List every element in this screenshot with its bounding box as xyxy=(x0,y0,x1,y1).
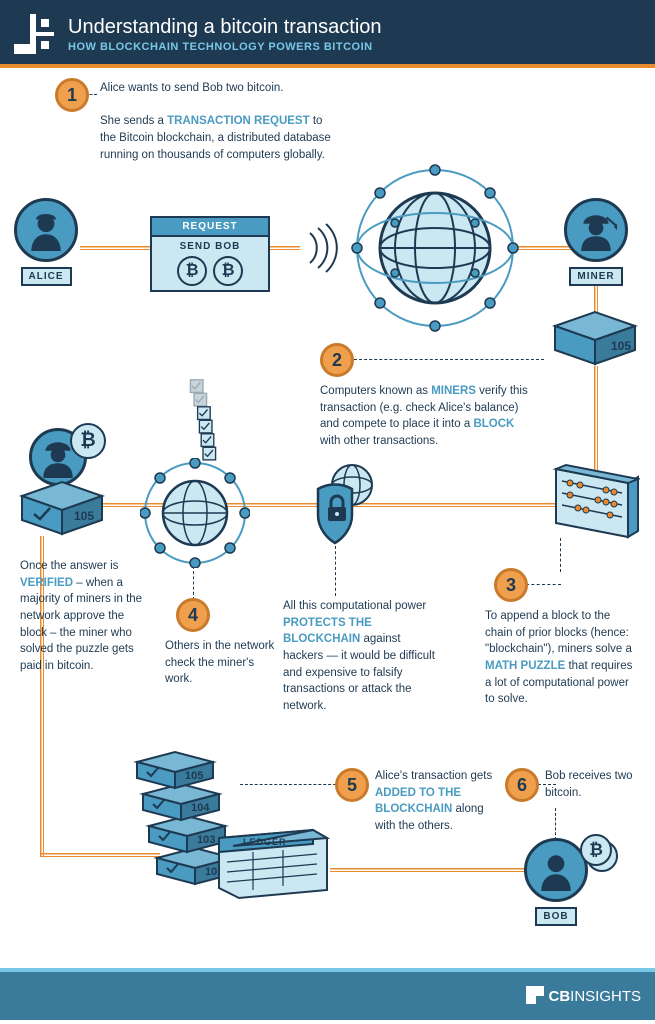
step-1-text: Alice wants to send Bob two bitcoin. She… xyxy=(100,80,340,163)
footer: CBINSIGHTS xyxy=(0,968,655,1020)
svg-text:105: 105 xyxy=(185,770,203,782)
footer-brand: CBINSIGHTS xyxy=(548,988,641,1005)
step-3-badge: 3 xyxy=(494,568,528,602)
globe-network-small-icon xyxy=(140,458,250,568)
alice-label: ALICE xyxy=(21,267,72,286)
connector-dash xyxy=(560,538,561,572)
broadcast-icon xyxy=(300,218,340,283)
block-105: 105 xyxy=(545,308,645,368)
step-4-badge: 4 xyxy=(176,598,210,632)
svg-text:LEDGER: LEDGER xyxy=(243,837,287,847)
miner-icon xyxy=(575,209,617,251)
connector-dash xyxy=(555,808,556,840)
alice-icon xyxy=(25,209,67,251)
step-6-badge: 6 xyxy=(505,768,539,802)
bob-icon xyxy=(535,849,577,891)
step-4-text: Others in the network check the miner's … xyxy=(165,638,275,688)
abacus-icon xyxy=(550,463,640,543)
connector-dash xyxy=(526,584,561,585)
checklist-icon xyxy=(183,378,223,473)
step-3-text: To append a block to the chain of prior … xyxy=(485,608,635,708)
step-4-verified-text: Once the answer is VERIFIED – when a maj… xyxy=(20,558,150,675)
globe-network-icon xyxy=(350,163,520,333)
page-title: Understanding a bitcoin transaction xyxy=(68,16,382,39)
block-105-verified: 105 xyxy=(12,478,112,538)
connector-dash xyxy=(193,566,194,600)
block-num: 105 xyxy=(611,339,631,353)
step-5-badge: 5 xyxy=(335,768,369,802)
cb-logo-icon xyxy=(14,14,54,54)
bitcoin-icon: ₿ xyxy=(70,423,106,459)
diagram: 1 Alice wants to send Bob two bitcoin. S… xyxy=(0,68,655,968)
connector xyxy=(270,246,300,250)
ledger-icon: LEDGER xyxy=(213,828,333,906)
miner-label: MINER xyxy=(569,267,622,286)
request-box: REQUEST SEND BOB ₿₿ xyxy=(150,216,270,292)
alice-avatar: ALICE xyxy=(10,198,82,286)
step-3-protect-text: All this computational power PROTECTS TH… xyxy=(283,598,438,715)
step-6-text: Bob receives two bitcoin. xyxy=(545,768,640,801)
send-bob-label: SEND BOB xyxy=(156,241,264,252)
header: Understanding a bitcoin transaction HOW … xyxy=(0,0,655,68)
step-2-text: Computers known as MINERS verify this tr… xyxy=(320,383,530,450)
svg-text:104: 104 xyxy=(191,802,210,814)
step-1-badge: 1 xyxy=(55,78,89,112)
step-5-text: Alice's transaction gets ADDED TO THE BL… xyxy=(375,768,495,835)
bitcoin-icon: ₿ xyxy=(177,256,207,286)
shield-lock-icon xyxy=(300,463,380,548)
svg-text:105: 105 xyxy=(74,509,94,523)
bitcoin-coins-icon: ₿ ₿ xyxy=(580,834,612,866)
connector-dash xyxy=(240,784,336,785)
connector xyxy=(330,868,550,872)
request-header: REQUEST xyxy=(152,218,268,237)
connector-dash xyxy=(335,546,336,596)
miner-avatar: MINER xyxy=(560,198,632,286)
page-subtitle: HOW BLOCKCHAIN TECHNOLOGY POWERS BITCOIN xyxy=(68,41,382,53)
connector-dash xyxy=(354,359,544,360)
step-2-badge: 2 xyxy=(320,343,354,377)
bob-label: BOB xyxy=(535,907,576,926)
cb-logo-small-icon xyxy=(526,986,544,1004)
connector xyxy=(80,246,150,250)
bitcoin-icon: ₿ xyxy=(213,256,243,286)
